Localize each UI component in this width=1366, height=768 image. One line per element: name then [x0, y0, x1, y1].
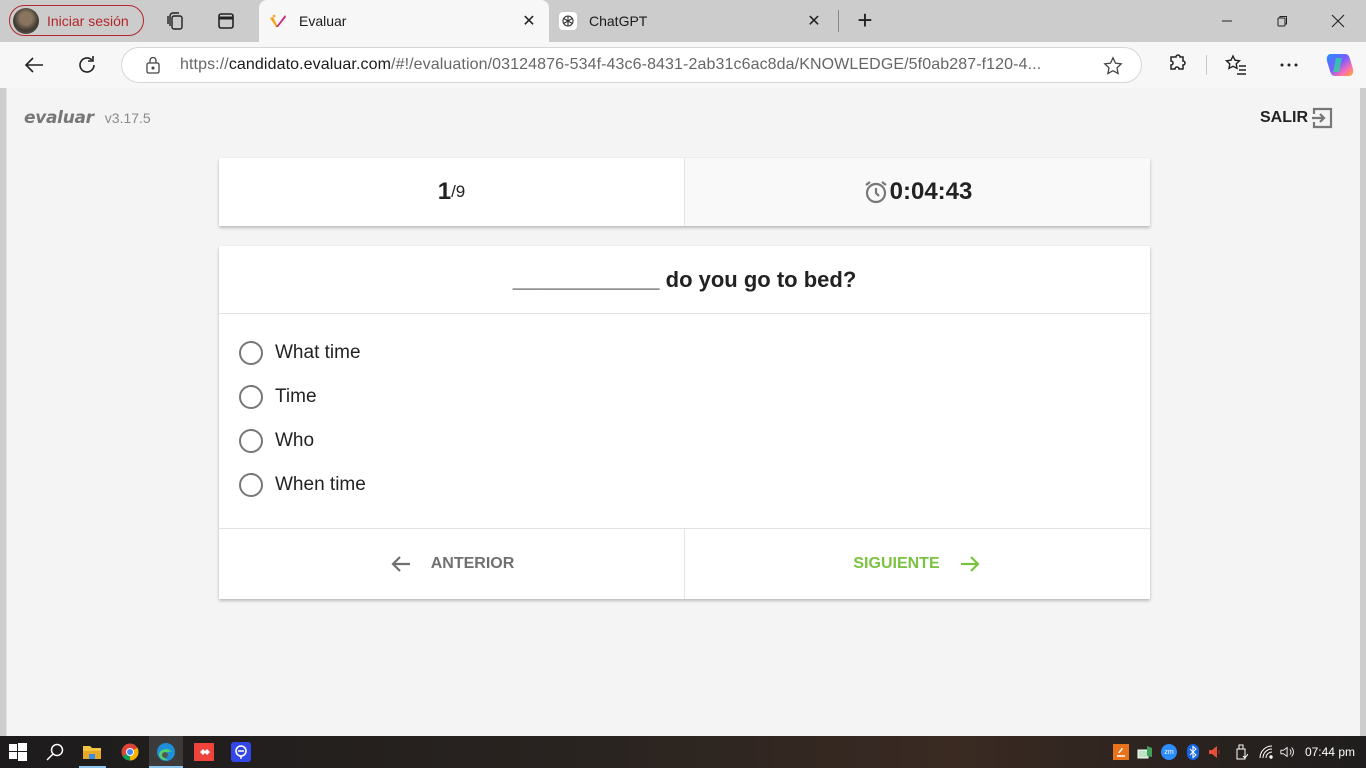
volume-icon[interactable] [1280, 744, 1296, 760]
wifi-icon[interactable] [1258, 744, 1274, 760]
tab-close-icon[interactable]: ✕ [519, 11, 539, 31]
tab-separator [838, 10, 839, 32]
profile-label: Iniciar sesión [47, 12, 129, 29]
tab-evaluar[interactable]: Evaluar ✕ [259, 0, 549, 42]
option-label: What time [275, 342, 361, 363]
radio-button[interactable] [239, 429, 263, 453]
answer-option[interactable]: Time [239, 375, 1150, 419]
arrow-right-icon [960, 556, 980, 572]
extensions-icon[interactable] [1163, 51, 1191, 79]
option-label: Time [275, 386, 317, 407]
app-version: v3.17.5 [104, 110, 151, 126]
status-card: 1/9 0:04:43 [219, 158, 1150, 226]
profile-avatar [13, 7, 39, 34]
question-progress: 1/9 [219, 158, 684, 226]
timer: 0:04:43 [684, 158, 1150, 226]
chrome-icon[interactable] [118, 740, 142, 764]
more-menu-icon[interactable] [1275, 51, 1303, 79]
radio-button[interactable] [239, 341, 263, 365]
evaluation-page: evaluar v3.17.5 SALIR 1/9 0:04:43 ______… [6, 88, 1360, 736]
profile-button[interactable]: Iniciar sesión [9, 5, 144, 36]
url-scheme: https:// [180, 56, 229, 73]
close-window-icon[interactable] [1323, 6, 1353, 36]
system-clock[interactable]: 07:44 pm [1305, 745, 1355, 759]
anydesk-icon[interactable] [192, 740, 216, 764]
favorite-star-icon[interactable] [1103, 56, 1123, 81]
windows-taskbar: zm 07:44 pm [0, 736, 1366, 768]
answer-option[interactable]: What time [239, 331, 1150, 375]
url-path: /#!/evaluation/03124876-534f-43c6-8431-2… [391, 56, 1042, 73]
network-share-icon[interactable] [1137, 744, 1153, 760]
workspaces-icon[interactable] [163, 9, 187, 33]
brand: evaluar v3.17.5 [24, 108, 151, 128]
edge-icon[interactable] [149, 736, 183, 768]
question-navigation: ANTERIOR SIGUIENTE [219, 528, 1150, 599]
radio-button[interactable] [239, 473, 263, 497]
exit-button[interactable]: SALIR [1260, 106, 1334, 130]
file-explorer-icon[interactable] [80, 740, 104, 764]
tab-title: ChatGPT [589, 13, 648, 29]
exit-label: SALIR [1260, 109, 1308, 126]
tab-actions-icon[interactable] [214, 9, 238, 33]
usb-device-icon[interactable] [1233, 744, 1249, 760]
url-text[interactable]: https://candidato.evaluar.com/#!/evaluat… [180, 56, 1080, 74]
windows-start-icon[interactable] [6, 740, 30, 764]
zoom-tray-label: zm [1161, 744, 1177, 760]
toolbar-separator [1206, 55, 1207, 75]
favorites-icon[interactable] [1222, 51, 1250, 79]
search-icon[interactable] [43, 740, 67, 764]
previous-label: ANTERIOR [430, 555, 515, 572]
lock-icon[interactable] [144, 56, 162, 74]
evaluar-logo: evaluar [24, 108, 94, 128]
address-bar[interactable]: https://candidato.evaluar.com/#!/evaluat… [121, 47, 1142, 83]
zoom-icon[interactable]: zm [1161, 744, 1177, 760]
browser-tab-strip: Iniciar sesión Evaluar ✕ ChatGPT ✕ + [0, 0, 1366, 42]
arrow-left-icon [391, 556, 410, 572]
url-host: candidato.evaluar.com [228, 56, 392, 73]
restore-icon[interactable] [1267, 6, 1297, 36]
tab-chatgpt[interactable]: ChatGPT ✕ [549, 0, 834, 42]
next-button[interactable]: SIGUIENTE [684, 529, 1150, 599]
refresh-icon[interactable] [73, 51, 101, 79]
option-label: Who [275, 430, 315, 451]
tab-title: Evaluar [299, 13, 347, 29]
copilot-icon[interactable] [1326, 51, 1354, 79]
previous-button[interactable]: ANTERIOR [219, 529, 684, 599]
bluetooth-icon[interactable] [1185, 744, 1201, 760]
radio-button[interactable] [239, 385, 263, 409]
answer-options: What time Time Who When time [219, 314, 1150, 507]
minimize-icon[interactable] [1212, 6, 1242, 36]
timer-value: 0:04:43 [889, 178, 973, 205]
question-card: ____________ do you go to bed? What time… [219, 246, 1150, 599]
alarm-clock-icon [864, 181, 887, 204]
muted-speaker-icon[interactable] [1207, 744, 1223, 760]
answer-option[interactable]: Who [239, 419, 1150, 463]
browser-toolbar: https://candidato.evaluar.com/#!/evaluat… [0, 42, 1366, 88]
back-icon[interactable] [20, 51, 48, 79]
next-label: SIGUIENTE [853, 555, 940, 572]
answer-option[interactable]: When time [239, 463, 1150, 507]
evaluar-v-icon [269, 12, 287, 30]
remote-app-icon[interactable] [229, 740, 253, 764]
progress-total: /9 [451, 182, 466, 201]
chatgpt-icon [559, 12, 577, 30]
tab-close-icon[interactable]: ✕ [804, 11, 824, 31]
option-label: When time [275, 474, 366, 495]
new-tab-button[interactable]: + [852, 7, 878, 34]
question-text: ____________ do you go to bed? [219, 246, 1150, 314]
java-update-icon[interactable] [1113, 744, 1129, 760]
exit-icon [1312, 107, 1333, 129]
progress-current: 1 [437, 178, 452, 205]
